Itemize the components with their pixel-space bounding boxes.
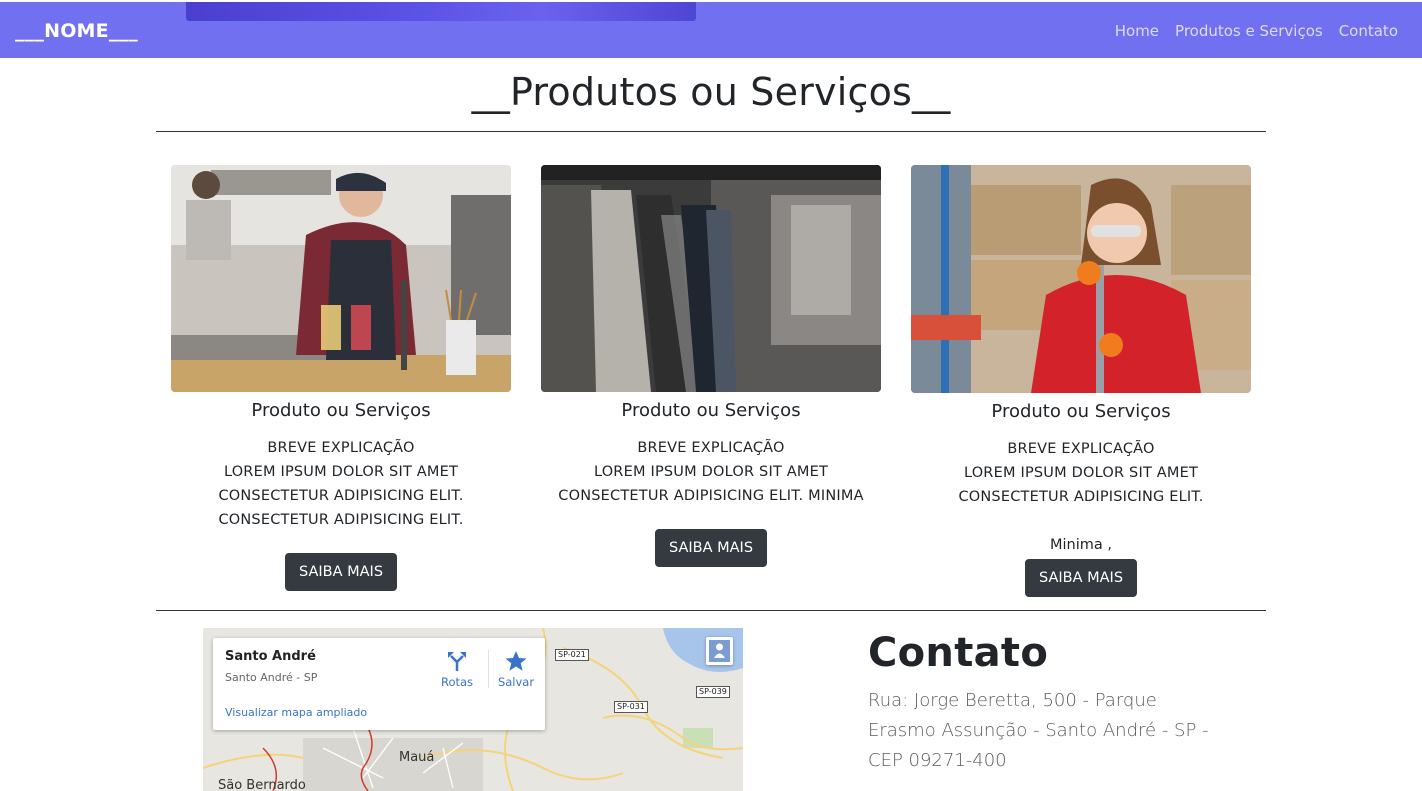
- card-line: LOREM IPSUM DOLOR SIT AMET: [963, 465, 1199, 481]
- highway-shield: SP-031: [614, 701, 648, 713]
- street-view-pegman-icon[interactable]: [706, 637, 733, 665]
- map-place-card: Santo André Santo André - SP Visualizar …: [213, 638, 545, 730]
- card-title: Produto ou Serviços: [621, 400, 801, 421]
- map-place-subtitle: Santo André - SP: [225, 671, 318, 684]
- map-label-maua: Mauá: [399, 750, 435, 765]
- card-line: BREVE EXPLICAÇÃO: [267, 440, 415, 456]
- highway-shield: SP-021: [555, 649, 589, 661]
- view-larger-map-link[interactable]: Visualizar mapa ampliado: [225, 706, 367, 719]
- card-line: CONSECTETUR ADIPISICING ELIT.: [958, 489, 1204, 505]
- card-image-clothing-rack: [541, 165, 881, 392]
- nav-link-contato[interactable]: Contato: [1339, 22, 1398, 40]
- directions-icon: [448, 652, 466, 671]
- card-description: BREVE EXPLICAÇÃO LOREM IPSUM DOLOR SIT A…: [541, 436, 881, 508]
- card-image-barista: [171, 165, 511, 392]
- saiba-mais-button[interactable]: SAIBA MAIS: [1024, 559, 1138, 597]
- product-card-3: Produto ou Serviços BREVE EXPLICAÇÃO LOR…: [911, 165, 1251, 597]
- contact-address: Rua: Jorge Beretta, 500 - Parque Erasmo …: [868, 690, 1209, 771]
- card-title: Produto ou Serviços: [991, 401, 1171, 422]
- navbar: ___NOME___ Home Produtos e Serviços Cont…: [0, 0, 1422, 58]
- map-label-sao-bernardo: São Bernardo: [218, 778, 306, 791]
- map-card-divider: [488, 650, 489, 688]
- star-icon: [505, 651, 527, 671]
- save-label: Salvar: [497, 675, 535, 689]
- nav-links: Home Produtos e Serviços Contato: [1115, 22, 1398, 40]
- card-line: LOREM IPSUM DOLOR SIT AMET: [223, 464, 459, 480]
- map-place-name: Santo André: [225, 649, 316, 664]
- brand-logo[interactable]: ___NOME___: [15, 20, 138, 42]
- card-description: BREVE EXPLICAÇÃO LOREM IPSUM DOLOR SIT A…: [911, 437, 1251, 509]
- nav-link-produtos[interactable]: Produtos e Serviços: [1175, 22, 1323, 40]
- saiba-mais-button[interactable]: SAIBA MAIS: [284, 553, 398, 591]
- divider-bottom: [156, 610, 1266, 611]
- saiba-mais-button[interactable]: SAIBA MAIS: [654, 529, 768, 567]
- section-title: __Produtos ou Serviços__: [471, 70, 951, 114]
- divider-top: [156, 131, 1266, 132]
- save-place-button[interactable]: Salvar: [494, 646, 538, 689]
- card-description: BREVE EXPLICAÇÃO LOREM IPSUM DOLOR SIT A…: [171, 436, 511, 532]
- card-note: Minima ,: [1050, 537, 1112, 553]
- card-line: BREVE EXPLICAÇÃO: [637, 440, 785, 456]
- product-card-2: Produto ou Serviços BREVE EXPLICAÇÃO LOR…: [541, 165, 881, 567]
- card-image-warehouse-worker: [911, 165, 1251, 393]
- product-card-1: Produto ou Serviços BREVE EXPLICAÇÃO LOR…: [171, 165, 511, 591]
- card-line: BREVE EXPLICAÇÃO: [1007, 441, 1155, 457]
- card-line: LOREM IPSUM DOLOR SIT AMET: [593, 464, 829, 480]
- card-line: CONSECTETUR ADIPISICING ELIT. MINIMA: [558, 488, 864, 504]
- nav-link-home[interactable]: Home: [1115, 22, 1159, 40]
- top-banner-strip: [186, 2, 696, 21]
- card-title: Produto ou Serviços: [251, 400, 431, 421]
- google-map[interactable]: SP-021 SP-039 SP-031 Mauá São Bernardo S…: [203, 628, 743, 791]
- card-line: CONSECTETUR ADIPISICING ELIT.: [218, 488, 464, 504]
- contact-title: Contato: [868, 630, 1049, 676]
- directions-label: Rotas: [440, 675, 474, 689]
- highway-shield: SP-039: [696, 686, 730, 698]
- directions-button[interactable]: Rotas: [435, 646, 479, 689]
- card-line: CONSECTETUR ADIPISICING ELIT.: [218, 512, 464, 528]
